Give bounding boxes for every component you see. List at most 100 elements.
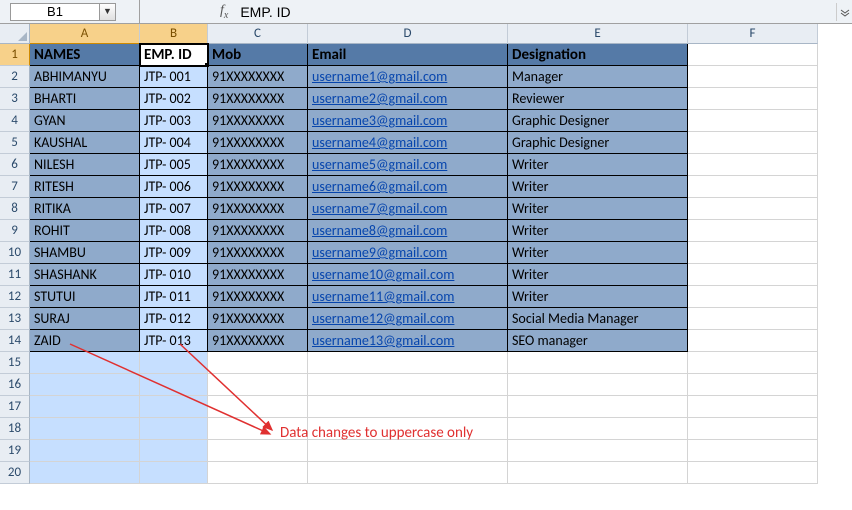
cell-F8[interactable] (688, 198, 818, 220)
cell-D2[interactable]: username1@gmail.com (308, 66, 508, 88)
cell-D17[interactable] (308, 396, 508, 418)
cell-C18[interactable] (208, 418, 308, 440)
cell-C3[interactable]: 91XXXXXXXX (208, 88, 308, 110)
email-link[interactable]: username2@gmail.com (312, 90, 447, 107)
cell-E7[interactable]: Writer (508, 176, 688, 198)
cell-F18[interactable] (688, 418, 818, 440)
email-link[interactable]: username13@gmail.com (312, 332, 454, 349)
cell-B7[interactable]: JTP- 006 (140, 176, 208, 198)
cell-A20[interactable] (30, 462, 140, 484)
row-header-14[interactable]: 14 (0, 330, 30, 352)
cell-D10[interactable]: username9@gmail.com (308, 242, 508, 264)
cell-F6[interactable] (688, 154, 818, 176)
cell-B20[interactable] (140, 462, 208, 484)
email-link[interactable]: username4@gmail.com (312, 134, 447, 151)
cell-B16[interactable] (140, 374, 208, 396)
cell-C9[interactable]: 91XXXXXXXX (208, 220, 308, 242)
cell-C6[interactable]: 91XXXXXXXX (208, 154, 308, 176)
cell-A17[interactable] (30, 396, 140, 418)
cell-E19[interactable] (508, 440, 688, 462)
cell-C5[interactable]: 91XXXXXXXX (208, 132, 308, 154)
row-header-2[interactable]: 2 (0, 66, 30, 88)
row-header-3[interactable]: 3 (0, 88, 30, 110)
cell-A9[interactable]: ROHIT (30, 220, 140, 242)
cell-F16[interactable] (688, 374, 818, 396)
cell-F12[interactable] (688, 286, 818, 308)
cell-E3[interactable]: Reviewer (508, 88, 688, 110)
cell-C2[interactable]: 91XXXXXXXX (208, 66, 308, 88)
cell-D7[interactable]: username6@gmail.com (308, 176, 508, 198)
cell-A19[interactable] (30, 440, 140, 462)
cell-A6[interactable]: NILESH (30, 154, 140, 176)
formula-input[interactable] (236, 3, 836, 21)
cell-F10[interactable] (688, 242, 818, 264)
cell-A13[interactable]: SURAJ (30, 308, 140, 330)
cell-F11[interactable] (688, 264, 818, 286)
cell-B9[interactable]: JTP- 008 (140, 220, 208, 242)
cell-D3[interactable]: username2@gmail.com (308, 88, 508, 110)
cell-B10[interactable]: JTP- 009 (140, 242, 208, 264)
select-all-corner[interactable] (0, 24, 30, 44)
cell-C13[interactable]: 91XXXXXXXX (208, 308, 308, 330)
cell-A12[interactable]: STUTUI (30, 286, 140, 308)
cell-D18[interactable] (308, 418, 508, 440)
cell-D15[interactable] (308, 352, 508, 374)
cell-A3[interactable]: BHARTI (30, 88, 140, 110)
row-header-12[interactable]: 12 (0, 286, 30, 308)
cell-C17[interactable] (208, 396, 308, 418)
cell-F2[interactable] (688, 66, 818, 88)
cell-E13[interactable]: Social Media Manager (508, 308, 688, 330)
cell-A15[interactable] (30, 352, 140, 374)
cell-E11[interactable]: Writer (508, 264, 688, 286)
cell-F1[interactable] (688, 44, 818, 66)
cell-B3[interactable]: JTP- 002 (140, 88, 208, 110)
row-header-11[interactable]: 11 (0, 264, 30, 286)
cell-D19[interactable] (308, 440, 508, 462)
row-header-7[interactable]: 7 (0, 176, 30, 198)
cell-A16[interactable] (30, 374, 140, 396)
cell-F17[interactable] (688, 396, 818, 418)
email-link[interactable]: username11@gmail.com (312, 288, 454, 305)
row-header-6[interactable]: 6 (0, 154, 30, 176)
cell-A1[interactable]: NAMES (30, 44, 140, 66)
cell-E16[interactable] (508, 374, 688, 396)
cell-D16[interactable] (308, 374, 508, 396)
cell-B18[interactable] (140, 418, 208, 440)
cell-B1[interactable]: EMP. ID (140, 44, 208, 66)
cell-A8[interactable]: RITIKA (30, 198, 140, 220)
cell-E8[interactable]: Writer (508, 198, 688, 220)
cell-B11[interactable]: JTP- 010 (140, 264, 208, 286)
cell-D12[interactable]: username11@gmail.com (308, 286, 508, 308)
cell-B2[interactable]: JTP- 001 (140, 66, 208, 88)
cell-F15[interactable] (688, 352, 818, 374)
row-header-8[interactable]: 8 (0, 198, 30, 220)
cell-A2[interactable]: ABHIMANYU (30, 66, 140, 88)
cell-D14[interactable]: username13@gmail.com (308, 330, 508, 352)
cell-D13[interactable]: username12@gmail.com (308, 308, 508, 330)
cell-C19[interactable] (208, 440, 308, 462)
row-header-1[interactable]: 1 (0, 44, 30, 66)
email-link[interactable]: username3@gmail.com (312, 112, 447, 129)
row-header-16[interactable]: 16 (0, 374, 30, 396)
row-header-5[interactable]: 5 (0, 132, 30, 154)
cell-F20[interactable] (688, 462, 818, 484)
column-header-D[interactable]: D (308, 24, 508, 44)
column-header-F[interactable]: F (688, 24, 818, 44)
cell-C15[interactable] (208, 352, 308, 374)
cell-B14[interactable]: JTP- 013 (140, 330, 208, 352)
row-header-10[interactable]: 10 (0, 242, 30, 264)
cell-E10[interactable]: Writer (508, 242, 688, 264)
row-header-4[interactable]: 4 (0, 110, 30, 132)
cell-A7[interactable]: RITESH (30, 176, 140, 198)
row-header-15[interactable]: 15 (0, 352, 30, 374)
email-link[interactable]: username12@gmail.com (312, 310, 454, 327)
cell-B6[interactable]: JTP- 005 (140, 154, 208, 176)
name-box[interactable] (10, 3, 100, 21)
cell-C7[interactable]: 91XXXXXXXX (208, 176, 308, 198)
cell-E12[interactable]: Writer (508, 286, 688, 308)
cell-E1[interactable]: Designation (508, 44, 688, 66)
email-link[interactable]: username1@gmail.com (312, 68, 447, 85)
cell-A10[interactable]: SHAMBU (30, 242, 140, 264)
cell-D1[interactable]: Email (308, 44, 508, 66)
cell-F13[interactable] (688, 308, 818, 330)
